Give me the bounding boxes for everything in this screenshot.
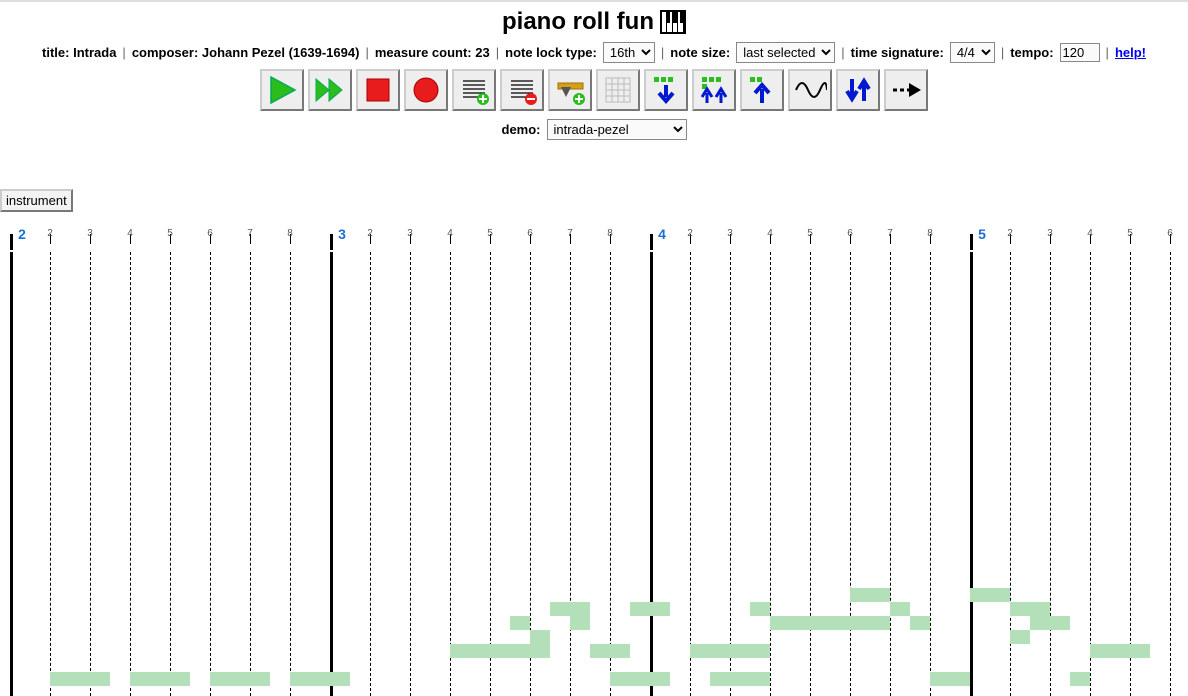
beat-number: 6	[207, 228, 213, 239]
help-link[interactable]: help!	[1115, 45, 1146, 60]
piano-roll-grid[interactable]	[0, 252, 1188, 696]
beat-number: 3	[727, 228, 733, 239]
beat-number: 7	[247, 228, 253, 239]
beat-number: 4	[1087, 228, 1093, 239]
beat-number: 6	[1167, 228, 1173, 239]
beat-number: 6	[847, 228, 853, 239]
note-size-label: note size:	[670, 45, 730, 60]
note[interactable]	[50, 672, 90, 686]
beat-number: 3	[407, 228, 413, 239]
beat-number: 2	[47, 228, 53, 239]
timeline-ruler: 2234567832345678423456785234567	[0, 228, 1188, 250]
note[interactable]	[1030, 616, 1070, 630]
measure-count-label: measure count: 23	[375, 45, 490, 60]
measure-number: 4	[658, 226, 666, 242]
note[interactable]	[910, 616, 930, 630]
note[interactable]	[170, 672, 190, 686]
note[interactable]	[750, 602, 770, 616]
note[interactable]	[1010, 630, 1030, 644]
transpose-down-all-button[interactable]	[644, 69, 688, 111]
note[interactable]	[850, 616, 890, 630]
demo-select[interactable]: intrada-pezel	[547, 119, 687, 140]
record-button[interactable]	[404, 69, 448, 111]
transpose-up-button[interactable]	[740, 69, 784, 111]
note[interactable]	[290, 672, 330, 686]
piano-keys-icon	[660, 10, 686, 34]
note[interactable]	[610, 672, 670, 686]
beat-number: 3	[1047, 228, 1053, 239]
note[interactable]	[210, 672, 250, 686]
app-title: piano roll fun	[0, 8, 1188, 36]
note[interactable]	[550, 602, 590, 616]
note-lock-label: note lock type:	[505, 45, 597, 60]
add-measure-button[interactable]	[452, 69, 496, 111]
measure-number: 2	[18, 226, 26, 242]
measure-number: 5	[978, 226, 986, 242]
beat-number: 5	[1127, 228, 1133, 239]
beat-number: 8	[607, 228, 613, 239]
stop-button[interactable]	[356, 69, 400, 111]
timesig-label: time signature:	[851, 45, 944, 60]
note-lock-select[interactable]: 16th	[603, 42, 655, 63]
note[interactable]	[690, 644, 770, 658]
note[interactable]	[330, 672, 350, 686]
note[interactable]	[510, 616, 530, 630]
note[interactable]	[970, 588, 1010, 602]
beat-number: 8	[287, 228, 293, 239]
transpose-up-all-button[interactable]	[692, 69, 736, 111]
note[interactable]	[570, 616, 590, 630]
tempo-label: tempo:	[1010, 45, 1053, 60]
measure-number: 3	[338, 226, 346, 242]
note[interactable]	[530, 630, 550, 644]
beat-number: 5	[487, 228, 493, 239]
beat-number: 7	[887, 228, 893, 239]
beat-number: 4	[127, 228, 133, 239]
note[interactable]	[770, 616, 850, 630]
note[interactable]	[850, 588, 890, 602]
arrow-right-button[interactable]	[884, 69, 928, 111]
app-title-text: piano roll fun	[502, 8, 654, 36]
play-button[interactable]	[260, 69, 304, 111]
note-size-select[interactable]: last selected	[736, 42, 835, 63]
beat-number: 8	[927, 228, 933, 239]
note[interactable]	[1010, 602, 1050, 616]
note[interactable]	[930, 672, 970, 686]
beat-number: 5	[167, 228, 173, 239]
beat-number: 4	[447, 228, 453, 239]
tempo-input[interactable]	[1060, 43, 1100, 62]
swap-button[interactable]	[836, 69, 880, 111]
note[interactable]	[1070, 672, 1090, 686]
beat-number: 7	[567, 228, 573, 239]
play-selection-button[interactable]	[308, 69, 352, 111]
note[interactable]	[130, 672, 170, 686]
note[interactable]	[890, 602, 910, 616]
title-label: title: Intrada	[42, 45, 116, 60]
note[interactable]	[1090, 644, 1150, 658]
beat-number: 3	[87, 228, 93, 239]
note[interactable]	[710, 672, 770, 686]
demo-label: demo:	[502, 122, 541, 137]
info-bar: title: Intrada | composer: Johann Pezel …	[0, 42, 1188, 63]
note[interactable]	[630, 602, 670, 616]
beat-number: 5	[807, 228, 813, 239]
note[interactable]	[250, 672, 270, 686]
timesig-select[interactable]: 4/4	[950, 42, 995, 63]
beat-number: 2	[367, 228, 373, 239]
add-instrument-button[interactable]: instrument	[0, 189, 73, 212]
note[interactable]	[450, 644, 550, 658]
beat-number: 2	[1007, 228, 1013, 239]
note[interactable]	[590, 644, 630, 658]
composer-label: composer: Johann Pezel (1639-1694)	[132, 45, 360, 60]
note[interactable]	[90, 672, 110, 686]
wave-button[interactable]	[788, 69, 832, 111]
beat-number: 4	[767, 228, 773, 239]
beat-number: 6	[527, 228, 533, 239]
volume-button[interactable]	[548, 69, 592, 111]
remove-measure-button[interactable]	[500, 69, 544, 111]
beat-number: 2	[687, 228, 693, 239]
toolbar	[0, 69, 1188, 111]
grid-button[interactable]	[596, 69, 640, 111]
